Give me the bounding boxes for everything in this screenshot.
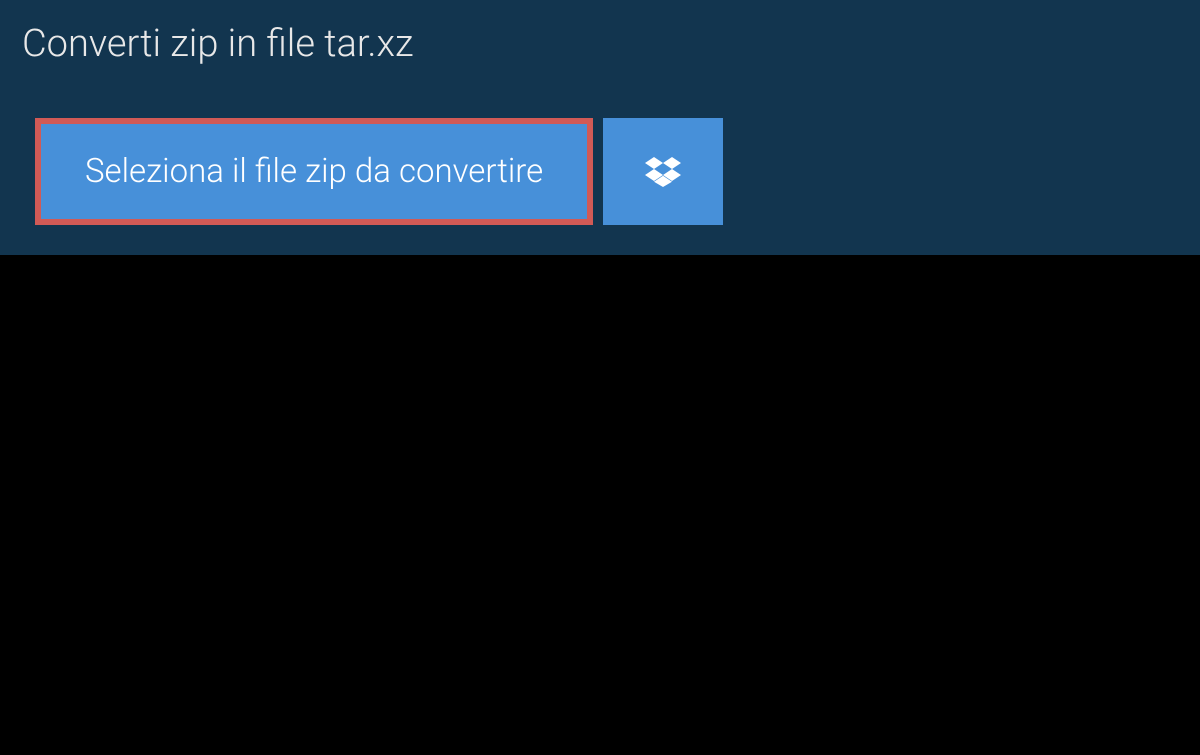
select-file-label: Seleziona il file zip da convertire: [85, 152, 543, 191]
button-row: Seleziona il file zip da convertire: [0, 88, 1200, 255]
converter-panel: Converti zip in file tar.xz Seleziona il…: [0, 0, 1200, 255]
dropbox-icon: [645, 154, 681, 190]
dropbox-button[interactable]: [603, 118, 723, 225]
page-title: Converti zip in file tar.xz: [0, 0, 441, 88]
select-file-button[interactable]: Seleziona il file zip da convertire: [35, 118, 593, 225]
background-fill: [0, 255, 1200, 755]
